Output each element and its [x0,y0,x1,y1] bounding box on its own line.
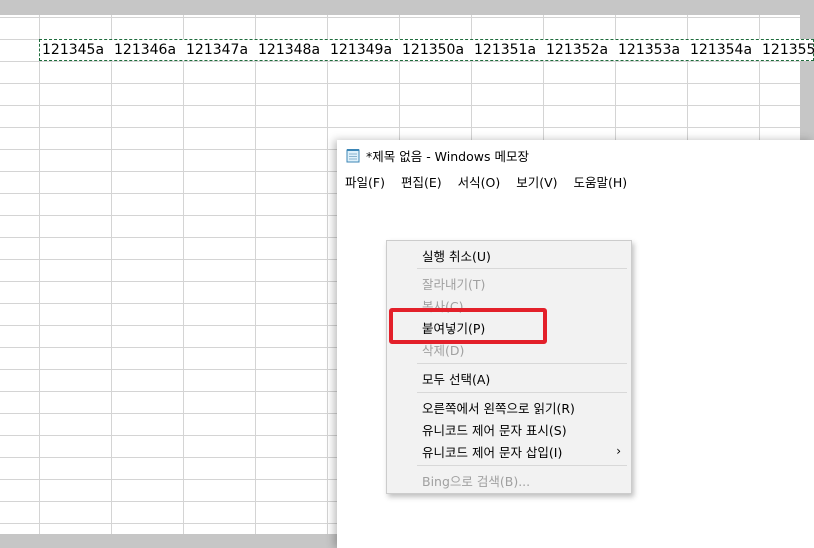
notepad-title-bar[interactable]: *제목 없음 - Windows 메모장 [337,140,814,170]
menu-item-undo[interactable]: 실행 취소(U) [387,244,631,266]
copied-cell-range[interactable]: 121345a 121346a 121347a 121348a 121349a … [39,39,814,61]
menu-item-rtl-reading[interactable]: 오른쪽에서 왼쪽으로 읽기(R) [387,396,631,418]
menu-item-label: 유니코드 제어 문자 삽입(I) [422,444,563,460]
menu-separator [417,465,627,466]
menu-item-insert-unicode-control[interactable]: 유니코드 제어 문자 삽입(I) › [387,440,631,462]
menu-separator [417,268,627,269]
menu-separator [417,392,627,393]
menu-item-bing-search[interactable]: Bing으로 검색(B)... [387,469,631,491]
cell[interactable]: 121350a [400,42,472,58]
cell[interactable]: 121348a [256,42,328,58]
window-title: *제목 없음 - Windows 메모장 [366,148,529,164]
cell[interactable]: 121347a [184,42,256,58]
menu-item-show-unicode-control[interactable]: 유니코드 제어 문자 표시(S) [387,418,631,440]
notepad-icon [346,148,360,163]
submenu-arrow-icon: › [616,444,621,458]
cell[interactable]: 121351a [472,42,544,58]
menu-help[interactable]: 도움말(H) [566,172,636,191]
cell[interactable]: 121352a [544,42,616,58]
top-border [0,0,814,15]
menu-format[interactable]: 서식(O) [450,172,509,191]
cell[interactable]: 121355a [760,42,814,58]
cell[interactable]: 121349a [328,42,400,58]
context-menu: 실행 취소(U) 잘라내기(T) 복사(C) 붙여넣기(P) 삭제(D) 모두 … [386,240,632,494]
menu-item-cut[interactable]: 잘라내기(T) [387,272,631,294]
cell[interactable]: 121346a [112,42,184,58]
paste-highlight-annotation [389,308,547,344]
menu-file[interactable]: 파일(F) [337,172,393,191]
row-header-column [0,0,40,548]
menu-bar: 파일(F) 편집(E) 서식(O) 보기(V) 도움말(H) [337,170,814,193]
menu-separator [417,363,627,364]
menu-item-select-all[interactable]: 모두 선택(A) [387,367,631,389]
cell[interactable]: 121354a [688,42,760,58]
cell[interactable]: 121353a [616,42,688,58]
menu-view[interactable]: 보기(V) [508,172,565,191]
cell[interactable]: 121345a [40,42,112,58]
menu-edit[interactable]: 편집(E) [393,172,450,191]
